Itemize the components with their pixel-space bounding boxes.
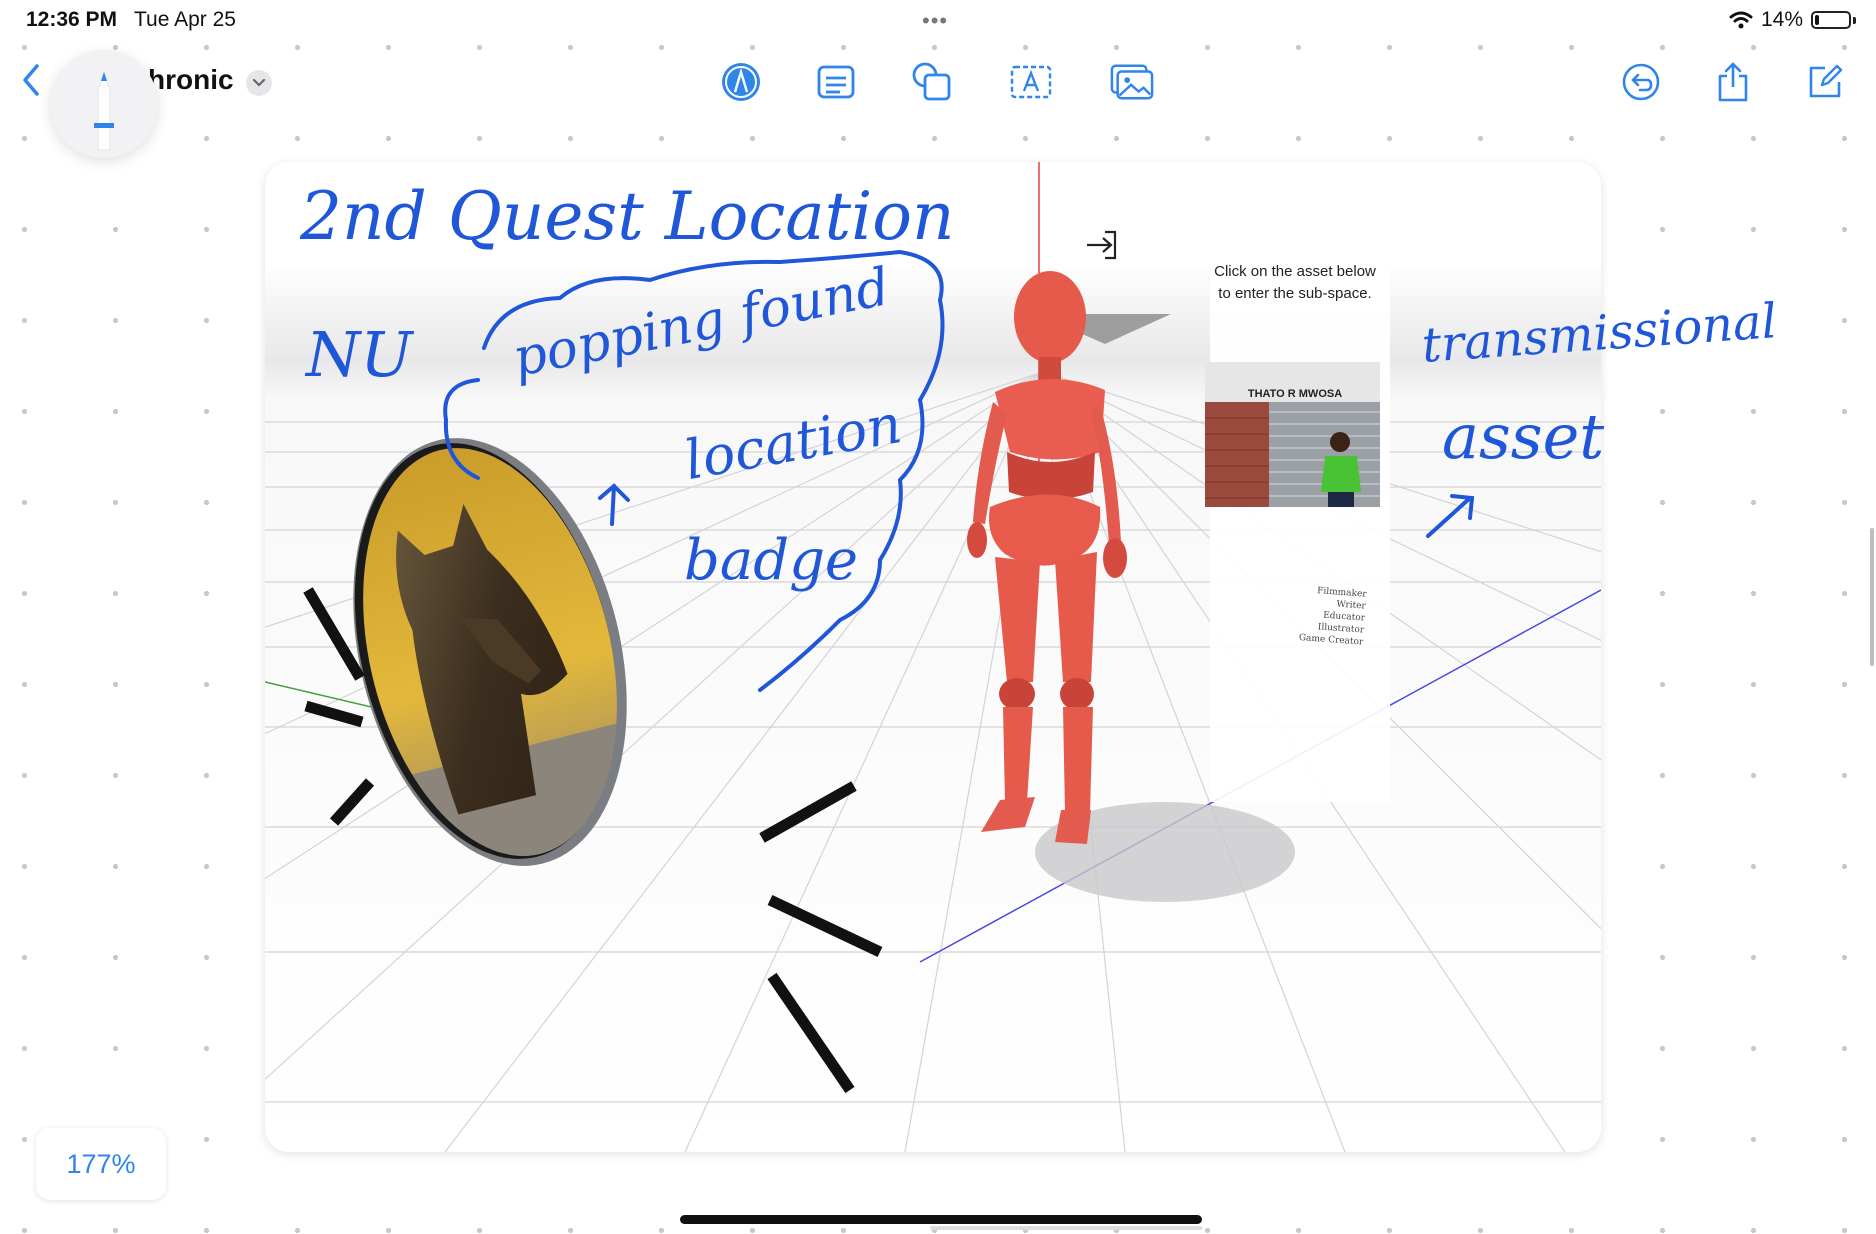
markup-tool-button[interactable] xyxy=(719,60,763,104)
text-box-button[interactable] xyxy=(1009,60,1053,104)
document-title[interactable]: hronic xyxy=(148,64,234,96)
undo-button[interactable] xyxy=(1619,60,1663,104)
text-box-icon xyxy=(1010,65,1052,99)
status-date: Tue Apr 25 xyxy=(134,8,236,31)
pencil-tool-icon xyxy=(722,63,760,101)
scene-image-card[interactable]: Click on the asset below to enter the su… xyxy=(265,162,1601,1152)
home-indicator-shadow xyxy=(930,1226,1202,1230)
chevron-down-icon xyxy=(252,78,266,87)
media-button[interactable] xyxy=(1110,60,1154,104)
battery-icon xyxy=(1811,11,1851,29)
new-board-button[interactable] xyxy=(1803,60,1847,104)
multitasking-dots[interactable]: ••• xyxy=(922,8,948,34)
share-button[interactable] xyxy=(1711,60,1755,104)
status-right: 14% xyxy=(1729,8,1856,32)
asset-roles: Filmmaker Writer Educator Illustrator Ga… xyxy=(1289,583,1367,648)
wifi-icon xyxy=(1729,11,1753,29)
battery-nub xyxy=(1853,16,1856,24)
share-icon xyxy=(1718,62,1748,102)
chevron-left-icon xyxy=(23,64,39,96)
scroll-indicator[interactable] xyxy=(1870,528,1874,666)
back-button[interactable] xyxy=(20,62,42,103)
pencil-icon xyxy=(94,70,114,151)
undo-icon xyxy=(1622,63,1660,101)
pencil-tool-bubble[interactable] xyxy=(50,50,158,158)
battery-level xyxy=(1815,15,1819,25)
media-icon xyxy=(1110,64,1154,100)
battery-percent: 14% xyxy=(1760,8,1803,31)
status-time: 12:36 PM xyxy=(26,8,118,31)
3d-scene-render xyxy=(265,162,1601,1152)
home-indicator[interactable] xyxy=(680,1215,1202,1224)
sticky-note-button[interactable] xyxy=(814,60,858,104)
annotation-asset: asset xyxy=(1442,400,1605,473)
title-menu-button[interactable] xyxy=(246,70,272,96)
zoom-level-button[interactable]: 177% xyxy=(36,1128,166,1200)
asset-panel-line1: Click on the asset below xyxy=(1214,263,1376,280)
asset-title: THATO R MWOSA xyxy=(1247,388,1343,400)
note-icon xyxy=(817,65,855,99)
shapes-icon xyxy=(912,62,951,101)
compose-icon xyxy=(1809,64,1843,98)
annotation-badge: badge xyxy=(684,528,859,593)
annotation-title: 2nd Quest Location xyxy=(300,178,955,255)
asset-panel-line2: to enter the sub-space. xyxy=(1218,285,1372,302)
shapes-button[interactable] xyxy=(910,60,954,104)
status-bar: 12:36 PM Tue Apr 25 ••• 14% xyxy=(0,0,1876,40)
annotation-nu: NU xyxy=(306,318,413,391)
